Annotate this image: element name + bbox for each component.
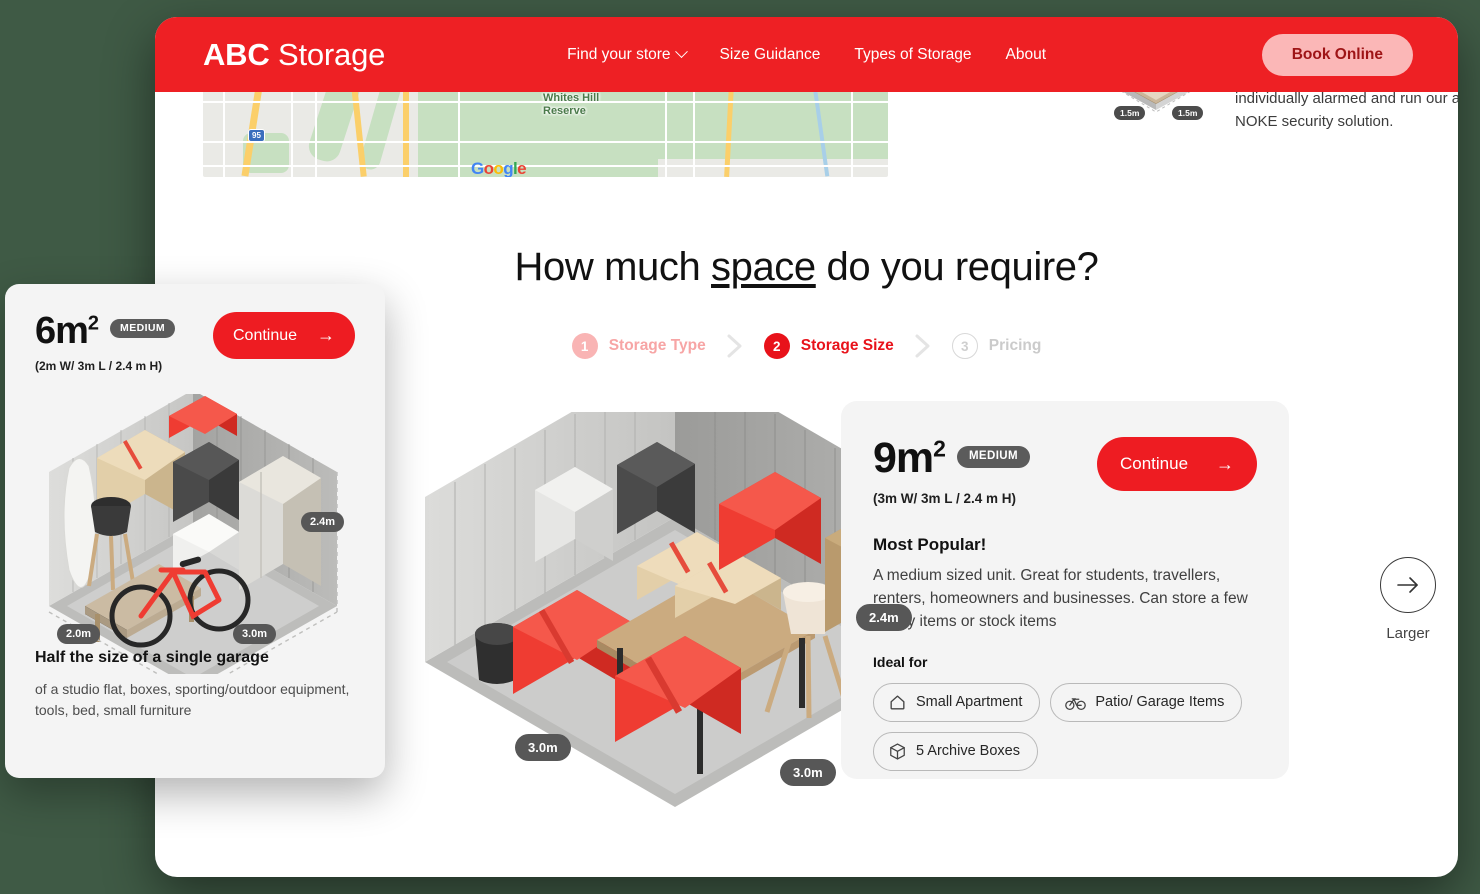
step-number: 1: [571, 333, 598, 359]
size-dimensions: (3m W/ 3m L / 2.4 m H): [873, 491, 1017, 506]
size-badge: MEDIUM: [956, 446, 1030, 468]
footer-title: Half the size of a single garage: [35, 649, 269, 667]
nav-label: About: [1005, 45, 1047, 63]
size-exponent: 2: [933, 435, 946, 462]
page-title-part-2: do you require?: [815, 245, 1099, 289]
size-figure: 9m2 MEDIUM (3m W/ 3m L / 2.4 m H): [873, 437, 1030, 506]
ideal-for-label: Ideal for: [873, 653, 928, 670]
chip-label: 5 Archive Boxes: [916, 743, 1020, 760]
arrow-right-icon: [1380, 557, 1436, 613]
step-number: 2: [763, 333, 790, 359]
nav-item-about[interactable]: About: [1006, 46, 1047, 64]
card-description: A medium sized unit. Great for students,…: [873, 567, 1248, 630]
size-value: 9m2 MEDIUM: [873, 437, 1030, 480]
storage-unit-illustration-6m: 2.4m 2.0m 3.0m: [33, 390, 355, 695]
store-locator-map[interactable]: 95 Greenslopes Whites Hill Reserve White…: [203, 92, 888, 177]
chip-archive-boxes[interactable]: 5 Archive Boxes: [873, 731, 1038, 771]
size-badge: MEDIUM: [110, 319, 176, 338]
floating-card-footer: Half the size of a single garage of a st…: [35, 649, 355, 720]
continue-label: Continue: [1120, 454, 1189, 473]
unit-thumbnail: 1.5m 1.5m: [1110, 92, 1204, 132]
nav-item-size-guidance[interactable]: Size Guidance: [720, 46, 821, 64]
chip-patio-garage-items[interactable]: Patio/ Garage Items: [1050, 682, 1243, 722]
step-storage-type[interactable]: 1 Storage Type: [571, 333, 706, 359]
continue-button[interactable]: Continue →: [213, 312, 355, 359]
step-separator-icon: [894, 332, 952, 360]
chevron-down-icon: [674, 45, 688, 59]
size-detail-card: 9m2 MEDIUM (3m W/ 3m L / 2.4 m H) Contin…: [841, 401, 1289, 779]
ideal-for-chip-list: Small Apartment Patio/ Garage Items 5 Ar…: [873, 682, 1257, 771]
step-number: 3: [951, 333, 978, 359]
nav-label: Find your store: [567, 45, 671, 63]
floating-size-card-6m: 6m2 MEDIUM (2m W/ 3m L / 2.4 m H) Contin…: [5, 284, 385, 778]
brand-logo[interactable]: ABC Storage: [203, 37, 385, 73]
unit-dimension-length: 3.0m: [233, 624, 277, 644]
unit-dimension-height: 2.4m: [856, 604, 912, 631]
nav-item-types-of-storage[interactable]: Types of Storage: [854, 46, 971, 64]
nav-label: Size Guidance: [719, 45, 821, 63]
size-number: 6m2: [35, 310, 99, 352]
chip-small-apartment[interactable]: Small Apartment: [873, 682, 1041, 722]
size-number: 9m2: [873, 434, 946, 482]
continue-label: Continue: [233, 326, 298, 344]
main-navigation: Find your store Size Guidance Types of S…: [567, 45, 1047, 64]
home-icon: [888, 693, 907, 712]
upper-content-strip: 95 Greenslopes Whites Hill Reserve White…: [155, 92, 1458, 177]
step-separator-icon: [706, 332, 764, 360]
thumb-dimension-width: 1.5m: [1114, 106, 1146, 120]
box-icon: [888, 742, 907, 761]
step-label: Storage Type: [608, 337, 706, 354]
highway-shield-icon: 95: [248, 129, 265, 142]
size-figure: 6m2 MEDIUM (2m W/ 3m L / 2.4 m H): [35, 310, 176, 373]
thumb-dimension-length: 1.5m: [1172, 106, 1204, 120]
step-label: Storage Size: [800, 337, 894, 354]
bicycle-icon: [1065, 693, 1087, 712]
nav-label: Types of Storage: [854, 45, 972, 63]
floating-card-header: 6m2 MEDIUM (2m W/ 3m L / 2.4 m H) Contin…: [35, 312, 355, 373]
brand-name-light: Storage: [269, 36, 386, 72]
unit-dimension-width: 2.0m: [57, 624, 101, 644]
size-value: 6m2 MEDIUM: [35, 310, 176, 352]
google-logo: Google: [471, 159, 527, 177]
brand-name-strong: ABC: [203, 36, 270, 72]
map-label-whites-hill-reserve-2: Whites Hill Reserve: [543, 92, 600, 117]
security-copy: individually alarmed and run our advance…: [1235, 92, 1458, 130]
nav-item-find-your-store[interactable]: Find your store: [567, 45, 688, 64]
site-header: ABC Storage Find your store Size Guidanc…: [155, 17, 1458, 92]
card-title: Most Popular!: [873, 535, 987, 554]
unit-dimension-length: 3.0m: [780, 759, 836, 786]
page-title-part-1: How much: [514, 245, 712, 289]
chip-label: Patio/ Garage Items: [1095, 694, 1225, 711]
continue-button[interactable]: Continue →: [1097, 437, 1257, 491]
larger-label: Larger: [1386, 625, 1430, 642]
unit-dimension-height: 2.4m: [301, 512, 345, 532]
arrow-right-icon: →: [317, 325, 335, 345]
step-storage-size[interactable]: 2 Storage Size: [763, 333, 894, 359]
chip-label: Small Apartment: [916, 694, 1023, 711]
page-title-emphasis: space: [711, 245, 816, 289]
size-card-header: 9m2 MEDIUM (3m W/ 3m L / 2.4 m H) Contin…: [873, 437, 1257, 506]
unit-dimension-width: 3.0m: [515, 734, 571, 761]
size-exponent: 2: [87, 312, 99, 335]
size-dimensions: (2m W/ 3m L / 2.4 m H): [35, 359, 163, 373]
book-online-button[interactable]: Book Online: [1261, 33, 1413, 76]
step-pricing[interactable]: 3 Pricing: [951, 333, 1042, 359]
footer-description: of a studio flat, boxes, sporting/outdoo…: [35, 681, 350, 718]
step-label: Pricing: [988, 337, 1042, 354]
larger-size-button[interactable]: Larger: [1361, 557, 1455, 642]
arrow-right-icon: →: [1216, 453, 1234, 474]
